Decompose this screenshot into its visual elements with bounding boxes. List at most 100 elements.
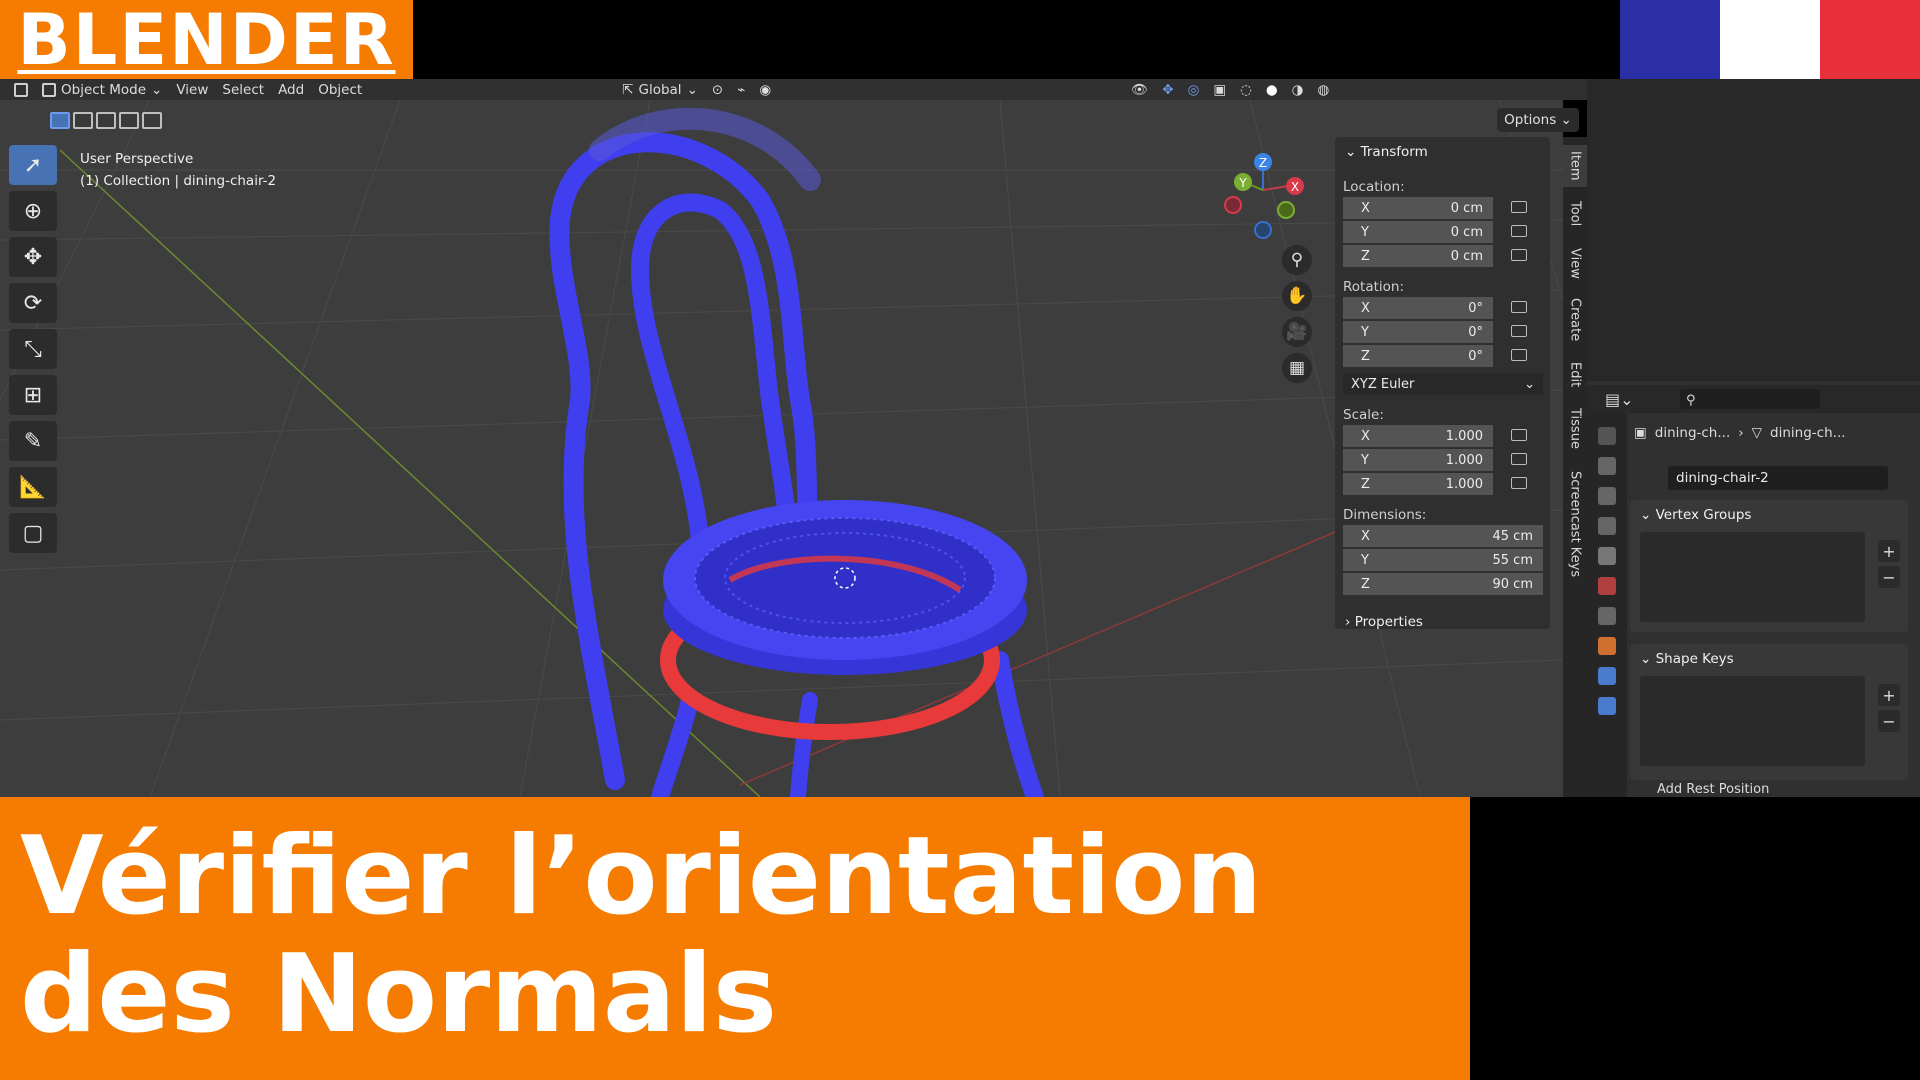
cursor-tool[interactable]: ⊕ — [9, 191, 57, 231]
3d-viewport[interactable]: Z X Y — [0, 100, 1563, 797]
proportional-edit-icon[interactable]: ◉ — [759, 82, 771, 98]
lock-icon[interactable] — [1511, 349, 1527, 361]
pencil-icon: ✎ — [23, 428, 43, 454]
orientation-dropdown[interactable]: ⇱ Global ⌄ — [622, 82, 698, 98]
lock-icon[interactable] — [1511, 249, 1527, 261]
lock-icon[interactable] — [1511, 453, 1527, 465]
tab-item[interactable]: Item — [1563, 145, 1587, 187]
xray-icon[interactable]: ▣ — [1213, 82, 1226, 98]
dimension-y-field[interactable]: Y 55 cm — [1343, 549, 1543, 571]
ortho-toggle-button[interactable]: ▦ — [1282, 353, 1312, 383]
lock-icon[interactable] — [1511, 325, 1527, 337]
render-icon[interactable] — [1598, 457, 1616, 475]
select-box-tool[interactable]: ➚ — [9, 145, 57, 185]
tab-screencast-keys[interactable]: Screencast Keys — [1563, 459, 1587, 589]
add-rest-position-checkbox[interactable]: Add Rest Position — [1657, 782, 1769, 797]
gizmo-y-label: Y — [1238, 176, 1247, 190]
output-icon[interactable] — [1598, 487, 1616, 505]
modifier-wrench-icon[interactable] — [1598, 667, 1616, 685]
scale-x-field[interactable]: X 1.000 — [1343, 425, 1493, 447]
object-icon[interactable] — [1598, 637, 1616, 655]
rotation-z-field[interactable]: Z 0° — [1343, 345, 1493, 367]
rotate-tool[interactable]: ⟳ — [9, 283, 57, 323]
location-z-field[interactable]: Z 0 cm — [1343, 245, 1493, 267]
properties-search-input[interactable]: ⚲ — [1680, 389, 1820, 409]
world-icon[interactable] — [1598, 577, 1616, 595]
add-cube-tool[interactable]: ▢ — [9, 513, 57, 553]
properties-header[interactable]: › Properties — [1335, 607, 1550, 637]
pan-button[interactable]: ✋ — [1282, 281, 1312, 311]
measure-tool[interactable]: 📐 — [9, 467, 57, 507]
visibility-icon[interactable]: 👁 — [1131, 82, 1148, 98]
editor-type-icon[interactable] — [14, 82, 28, 97]
mode-dropdown[interactable]: Object Mode ⌄ — [42, 82, 162, 98]
rotation-y-field[interactable]: Y 0° — [1343, 321, 1493, 343]
collection-icon[interactable] — [1598, 607, 1616, 625]
vertex-groups-list[interactable] — [1640, 532, 1865, 622]
tab-create[interactable]: Create — [1563, 291, 1587, 349]
transform-tool[interactable]: ⊞ — [9, 375, 57, 415]
editor-type-icon[interactable]: ▤⌄ — [1605, 390, 1634, 409]
annotate-tool[interactable]: ✎ — [9, 421, 57, 461]
pivot-icon[interactable]: ⊙ — [712, 82, 723, 98]
scale-label: Scale: — [1343, 407, 1384, 423]
add-shape-key-button[interactable]: + — [1878, 684, 1900, 706]
tab-tissue[interactable]: Tissue — [1563, 403, 1587, 453]
shape-keys-list[interactable] — [1640, 676, 1865, 766]
mesh-name-field[interactable]: dining-chair-2 — [1668, 466, 1888, 490]
shading-rendered-icon[interactable]: ◍ — [1317, 82, 1329, 98]
add-vertex-group-button[interactable]: + — [1878, 540, 1900, 562]
scale-y-field[interactable]: Y 1.000 — [1343, 449, 1493, 471]
menu-view[interactable]: View — [176, 82, 208, 98]
axis-label: X — [1361, 300, 1370, 316]
dimension-x-field[interactable]: X 45 cm — [1343, 525, 1543, 547]
select-extend-icon[interactable] — [73, 112, 93, 129]
select-subtract-icon[interactable] — [96, 112, 116, 129]
scale-tool[interactable]: ⤡ — [9, 329, 57, 369]
vertex-groups-header[interactable]: ⌄ Vertex Groups — [1630, 500, 1908, 530]
shading-solid-icon[interactable]: ● — [1266, 82, 1278, 98]
shading-material-icon[interactable]: ◑ — [1292, 82, 1304, 98]
remove-vertex-group-button[interactable]: − — [1878, 566, 1900, 588]
tab-tool[interactable]: Tool — [1563, 193, 1587, 235]
rotation-mode-dropdown[interactable]: XYZ Euler ⌄ — [1343, 373, 1543, 395]
snap-icon[interactable]: ⌁ — [737, 82, 745, 98]
lock-icon[interactable] — [1511, 201, 1527, 213]
scene-icon[interactable] — [1598, 547, 1616, 565]
particles-icon[interactable] — [1598, 697, 1616, 715]
zoom-button[interactable]: ⚲ — [1282, 245, 1312, 275]
move-tool[interactable]: ✥ — [9, 237, 57, 277]
shape-keys-panel: ⌄ Shape Keys + − — [1630, 644, 1908, 780]
tab-view[interactable]: View — [1563, 241, 1587, 285]
lock-icon[interactable] — [1511, 429, 1527, 441]
remove-shape-key-button[interactable]: − — [1878, 710, 1900, 732]
chevron-down-icon: ⌄ — [151, 81, 163, 98]
menu-add[interactable]: Add — [278, 82, 304, 98]
select-new-icon[interactable] — [50, 112, 70, 129]
transform-header[interactable]: ⌄ Transform — [1335, 137, 1550, 167]
location-y-field[interactable]: Y 0 cm — [1343, 221, 1493, 243]
scale-z-field[interactable]: Z 1.000 — [1343, 473, 1493, 495]
lock-icon[interactable] — [1511, 477, 1527, 489]
gizmo-toggle-icon[interactable]: ✥ — [1162, 82, 1173, 98]
hand-icon: ✋ — [1286, 286, 1308, 306]
options-button[interactable]: Options ⌄ — [1497, 108, 1579, 132]
menu-select[interactable]: Select — [222, 82, 264, 98]
field-value: 0 cm — [1450, 224, 1483, 240]
lock-icon[interactable] — [1511, 225, 1527, 237]
tool-settings-icon[interactable] — [1598, 427, 1616, 445]
view-layer-icon[interactable] — [1598, 517, 1616, 535]
tab-edit[interactable]: Edit — [1563, 355, 1587, 395]
overlay-toggle-icon[interactable]: ◎ — [1188, 82, 1200, 98]
select-intersect-icon[interactable] — [142, 112, 162, 129]
lock-icon[interactable] — [1511, 301, 1527, 313]
dimension-z-field[interactable]: Z 90 cm — [1343, 573, 1543, 595]
shape-keys-header[interactable]: ⌄ Shape Keys — [1630, 644, 1908, 674]
menu-object[interactable]: Object — [318, 82, 362, 98]
select-invert-icon[interactable] — [119, 112, 139, 129]
camera-button[interactable]: 🎥 — [1282, 317, 1312, 347]
outliner[interactable] — [1587, 79, 1920, 381]
location-x-field[interactable]: X 0 cm — [1343, 197, 1493, 219]
rotation-x-field[interactable]: X 0° — [1343, 297, 1493, 319]
shading-wireframe-icon[interactable]: ◌ — [1240, 82, 1252, 98]
